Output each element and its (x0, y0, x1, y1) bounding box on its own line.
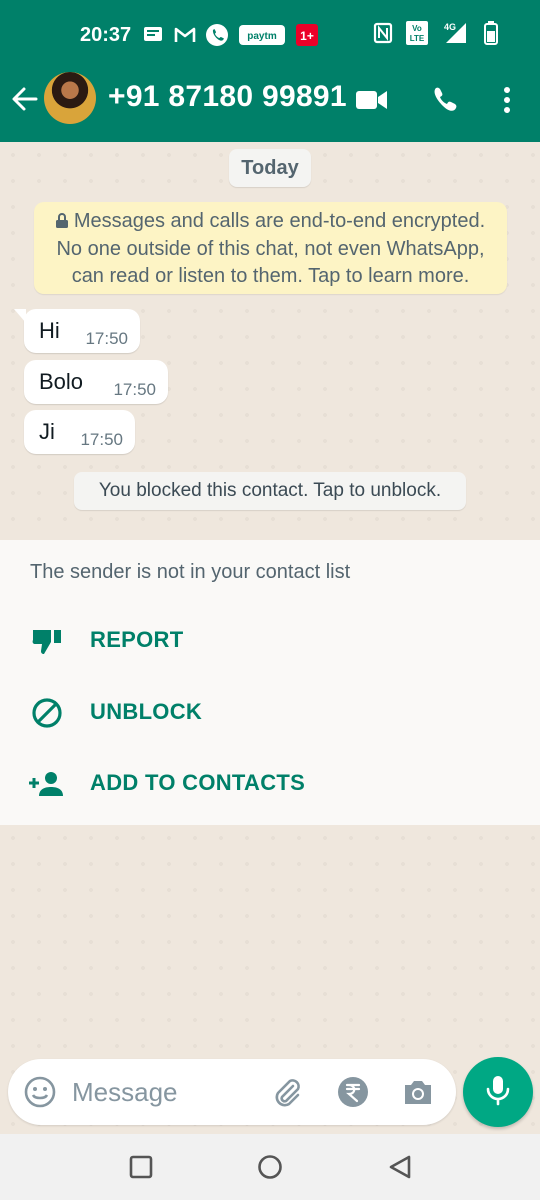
camera-icon[interactable] (401, 1075, 435, 1109)
voice-call-icon[interactable] (426, 82, 462, 118)
signal-icon: 4G (440, 22, 468, 44)
paytm-icon: paytm (238, 24, 286, 46)
svg-text:paytm: paytm (247, 31, 277, 42)
block-icon (28, 696, 66, 730)
report-label: REPORT (90, 627, 184, 652)
svg-text:1+: 1+ (300, 29, 314, 43)
add-to-contacts-option[interactable]: ADD TO CONTACTS (0, 753, 540, 813)
svg-text:LTE: LTE (410, 34, 425, 43)
encryption-notice-text: Messages and calls are end-to-end encryp… (56, 210, 486, 287)
phone-icon (206, 24, 228, 46)
mic-icon (486, 1074, 510, 1111)
notification-icons: paytm 1+ (142, 24, 318, 46)
back-arrow-icon[interactable] (10, 84, 40, 114)
recents-icon[interactable] (126, 1152, 156, 1182)
message-bubble[interactable]: Ji 17:50 (24, 410, 135, 454)
system-nav-bar (0, 1134, 540, 1200)
rupee-icon[interactable] (336, 1075, 370, 1109)
unblock-label: UNBLOCK (90, 699, 203, 724)
status-bar: 20:37 paytm 1+ Vo LTE 4G (0, 0, 540, 72)
sender-not-in-contacts-note: The sender is not in your contact list (30, 561, 351, 583)
message-bubble[interactable]: Hi 17:50 (14, 309, 140, 353)
emoji-icon[interactable] (23, 1075, 57, 1109)
svg-text:4G: 4G (444, 22, 456, 32)
svg-text:Vo: Vo (412, 24, 422, 33)
back-nav-icon[interactable] (385, 1152, 415, 1182)
message-bubble[interactable]: Bolo 17:50 (24, 360, 168, 404)
status-time: 20:37 (80, 24, 132, 46)
contact-name[interactable]: +91 87180 99891 (108, 80, 347, 114)
blocked-notice[interactable]: You blocked this contact. Tap to unblock… (74, 472, 466, 510)
volte-icon: Vo LTE (406, 21, 428, 45)
mic-button[interactable] (463, 1057, 533, 1127)
more-options-icon[interactable] (489, 82, 525, 118)
message-time: 17:50 (113, 380, 156, 399)
date-chip: Today (229, 149, 311, 187)
system-icons: Vo LTE 4G (372, 21, 502, 45)
gmail-icon (174, 24, 196, 46)
add-person-icon (28, 767, 66, 801)
message-input[interactable] (72, 1072, 262, 1112)
message-time: 17:50 (85, 329, 128, 348)
thumbs-down-icon (28, 624, 66, 658)
unblock-option[interactable]: UNBLOCK (0, 682, 540, 742)
unknown-sender-panel: The sender is not in your contact list R… (0, 540, 540, 825)
add-to-contacts-label: ADD TO CONTACTS (90, 770, 306, 795)
bubble-tail (14, 309, 26, 323)
home-icon[interactable] (255, 1152, 285, 1182)
battery-icon (480, 21, 502, 45)
message-icon (142, 24, 164, 46)
message-composer (8, 1059, 456, 1125)
avatar[interactable] (44, 72, 96, 124)
message-text: Bolo (39, 369, 84, 394)
nfc-icon (372, 22, 394, 44)
message-text: Ji (39, 419, 55, 444)
lock-icon (55, 209, 68, 236)
message-text: Hi (39, 318, 60, 343)
chat-header: +91 87180 99891 (0, 72, 540, 142)
message-time: 17:50 (80, 430, 123, 449)
attach-icon[interactable] (270, 1075, 304, 1109)
encryption-notice[interactable]: Messages and calls are end-to-end encryp… (34, 202, 507, 294)
video-call-icon[interactable] (354, 82, 390, 118)
report-option[interactable]: REPORT (0, 610, 540, 670)
chat-area[interactable]: Today Messages and calls are end-to-end … (0, 142, 540, 540)
oneplus-icon: 1+ (296, 24, 318, 46)
